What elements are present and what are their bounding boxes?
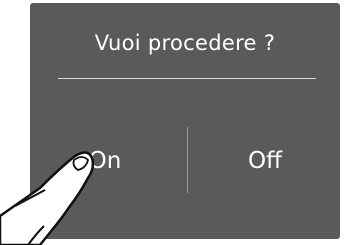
button-divider bbox=[187, 127, 188, 193]
dialog-title: Vuoi procedere ? bbox=[94, 31, 276, 55]
off-button[interactable]: Off bbox=[190, 141, 340, 181]
title-divider bbox=[58, 78, 316, 79]
finger-tap-icon bbox=[0, 151, 95, 245]
